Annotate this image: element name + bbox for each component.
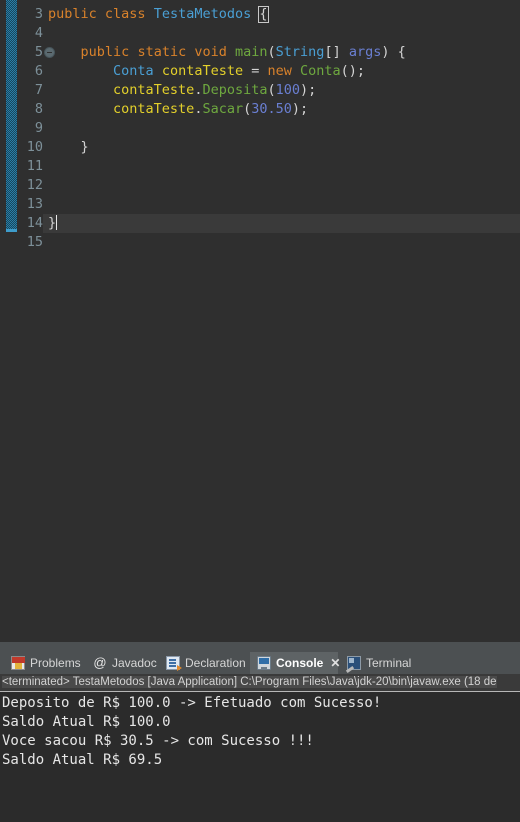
code-token: ( xyxy=(243,101,252,117)
code-line[interactable]: public class TestaMetodos { xyxy=(48,5,269,24)
panel-splitter[interactable] xyxy=(0,642,520,652)
code-token: TestaMetodos xyxy=(153,6,252,22)
tab-label: Javadoc xyxy=(112,656,157,670)
code-token: Conta xyxy=(113,63,154,79)
code-token: main xyxy=(235,44,268,60)
code-token: class xyxy=(104,6,146,22)
eclipse-ide-window: 3 4 5 6 7 8 9 10 11 12 13 14 15 public class TestaMe… xyxy=(0,0,520,822)
code-token: ( xyxy=(267,44,276,60)
tab-declaration[interactable]: Declaration xyxy=(159,652,249,674)
line-number-gutter: 3 4 5 6 7 8 9 10 11 12 13 14 15 xyxy=(17,0,43,628)
line-number: 15 xyxy=(26,234,43,250)
text-cursor xyxy=(56,215,58,230)
console-icon xyxy=(257,656,271,670)
code-line[interactable]: contaTeste.Sacar(30.50); xyxy=(48,100,308,119)
console-view[interactable]: <terminated> TestaMetodos [Java Applicat… xyxy=(0,674,520,822)
console-output-line: Saldo Atual R$ 100.0 xyxy=(2,714,171,730)
line-number: 7 xyxy=(34,82,43,98)
marker-bar-bottom-cap xyxy=(6,229,17,232)
code-token: [] xyxy=(324,44,349,60)
code-token: public xyxy=(80,44,130,60)
code-token: 100 xyxy=(275,82,301,98)
tab-label: Console xyxy=(276,656,324,670)
code-token: ) { xyxy=(381,44,406,60)
code-token: void xyxy=(194,44,227,60)
line-number: 6 xyxy=(34,63,43,79)
code-token: static xyxy=(137,44,187,60)
line-number: 13 xyxy=(26,196,43,212)
code-token: args xyxy=(348,44,382,60)
line-number: 4 xyxy=(34,25,43,41)
code-content-area[interactable]: public class TestaMetodos { public stati… xyxy=(48,0,520,628)
line-number: 11 xyxy=(26,158,43,174)
line-number: 10 xyxy=(26,139,43,155)
console-output[interactable]: Deposito de R$ 100.0 -> Efetuado com Suc… xyxy=(0,692,520,822)
code-line[interactable]: } xyxy=(48,214,58,233)
code-token: contaTeste xyxy=(113,82,195,98)
matching-bracket-highlight: { xyxy=(258,6,269,23)
code-token: Deposita xyxy=(202,82,268,98)
console-output-line: Deposito de R$ 100.0 -> Efetuado com Suc… xyxy=(2,695,382,711)
line-number: 12 xyxy=(26,177,43,193)
code-token: ); xyxy=(300,82,317,98)
code-token: new xyxy=(267,63,292,79)
tab-problems[interactable]: Problems xyxy=(4,652,82,674)
code-token: ); xyxy=(291,101,309,117)
code-line[interactable]: } xyxy=(48,138,89,157)
tab-javadoc[interactable]: @ Javadoc xyxy=(86,652,158,674)
java-code-editor[interactable]: 3 4 5 6 7 8 9 10 11 12 13 14 15 public class TestaMe… xyxy=(0,0,520,628)
code-token: public xyxy=(48,6,97,22)
line-number: 5 xyxy=(34,44,43,60)
console-launch-header-text: <terminated> TestaMetodos [Java Applicat… xyxy=(2,676,497,688)
code-token: ( xyxy=(267,82,276,98)
code-token: contaTeste xyxy=(161,63,244,79)
console-output-line: Voce sacou R$ 30.5 -> com Sucesso !!! xyxy=(2,733,314,749)
code-token: Sacar xyxy=(202,101,244,117)
line-number: 3 xyxy=(34,6,43,22)
javadoc-icon: @ xyxy=(93,655,107,670)
tab-label: Declaration xyxy=(185,656,246,670)
line-number: 14 xyxy=(26,215,43,231)
console-output-line: Saldo Atual R$ 69.5 xyxy=(2,752,163,768)
tab-label: Problems xyxy=(30,656,81,670)
bottom-view-tab-bar[interactable]: Problems @ Javadoc Declaration Console ✕ Termi… xyxy=(0,652,520,674)
problems-icon xyxy=(11,656,25,670)
line-number: 8 xyxy=(34,101,43,117)
declaration-icon xyxy=(166,656,182,671)
code-line[interactable]: contaTeste.Deposita(100); xyxy=(48,81,316,100)
tab-console[interactable]: Console ✕ xyxy=(250,652,340,674)
annotation-marker-bar[interactable] xyxy=(6,0,17,232)
code-token: String xyxy=(275,44,325,60)
tab-terminal[interactable]: Terminal xyxy=(340,652,420,674)
code-token: } xyxy=(48,139,89,155)
tab-label: Terminal xyxy=(366,656,412,670)
code-token: (); xyxy=(340,63,366,79)
tab-close-icon[interactable]: ✕ xyxy=(330,656,340,670)
code-token: = xyxy=(243,63,268,79)
line-number: 9 xyxy=(34,120,43,136)
code-token: 30.50 xyxy=(251,101,292,117)
code-line[interactable]: public static void main(String[] args) { xyxy=(48,43,406,62)
code-line[interactable]: Conta contaTeste = new Conta(); xyxy=(48,62,365,81)
code-fold-collapse-icon[interactable] xyxy=(44,47,55,58)
code-token: contaTeste xyxy=(113,101,195,117)
console-launch-header: <terminated> TestaMetodos [Java Applicat… xyxy=(0,674,520,691)
terminal-icon xyxy=(347,656,361,670)
code-token: Conta xyxy=(300,63,341,79)
code-token: } xyxy=(48,215,57,231)
